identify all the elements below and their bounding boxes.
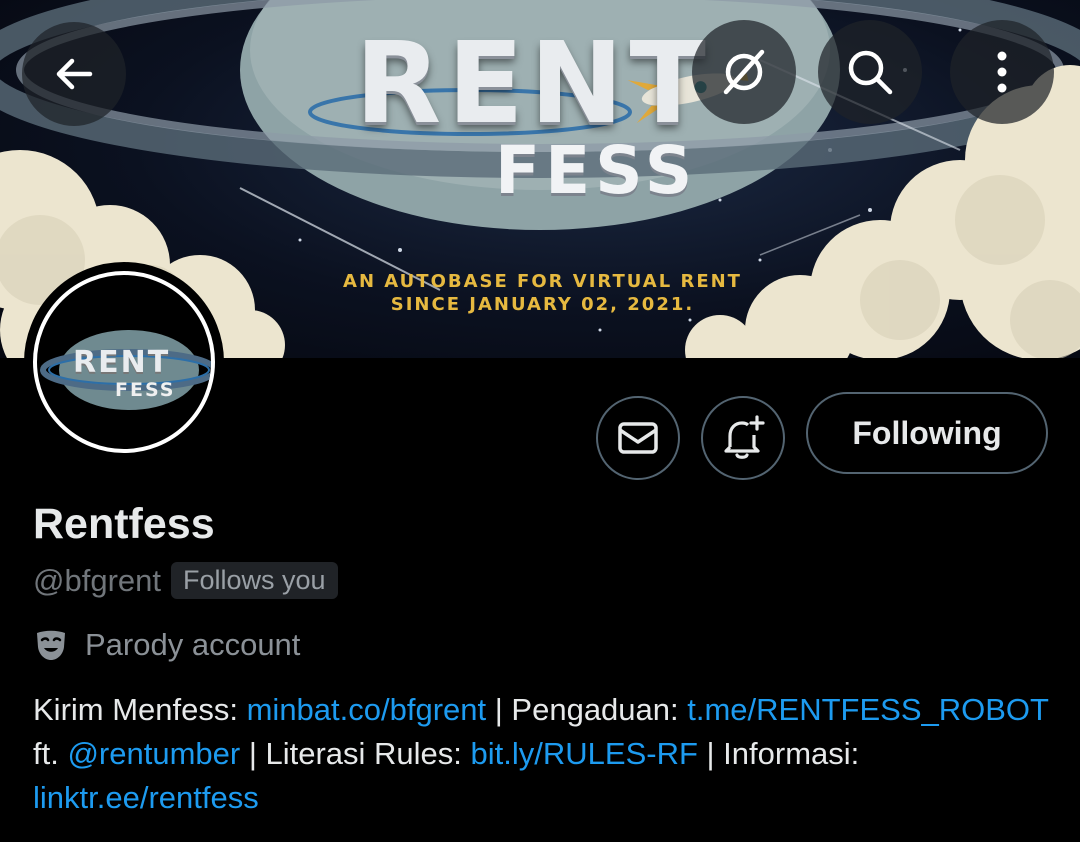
banner-title-fess: FESS bbox=[495, 132, 698, 209]
handle: @bfgrent bbox=[33, 562, 161, 598]
slash-circle-icon bbox=[723, 49, 765, 95]
follows-you-badge: Follows you bbox=[170, 562, 338, 599]
message-button[interactable] bbox=[596, 396, 680, 480]
search-icon bbox=[848, 50, 893, 95]
bio-text-3: ft. bbox=[33, 736, 68, 771]
bio-link-linktree[interactable]: linktr.ee/rentfess bbox=[33, 780, 259, 815]
profile-bio: Kirim Menfess: minbat.co/bfgrent | Penga… bbox=[33, 688, 1053, 820]
avatar[interactable]: RENT FESS bbox=[24, 262, 224, 462]
banner-tagline-line2: SINCE JANUARY 02, 2021. bbox=[390, 294, 695, 315]
parody-label: Parody account bbox=[85, 627, 301, 662]
display-name: Rentfess bbox=[33, 500, 215, 548]
avatar-text-rent: RENT bbox=[73, 345, 171, 380]
grok-button[interactable] bbox=[692, 20, 796, 124]
arrow-left-icon bbox=[56, 58, 93, 90]
search-button[interactable] bbox=[818, 20, 922, 124]
handle-row: @bfgrent Follows you bbox=[33, 562, 338, 599]
bio-link-minbat[interactable]: minbat.co/bfgrent bbox=[247, 692, 487, 727]
banner-tagline-line1: AN AUTOBASE FOR VIRTUAL RENT bbox=[343, 271, 742, 292]
bio-text-4: | Literasi Rules: bbox=[240, 736, 471, 771]
bio-link-telegram[interactable]: t.me/​RENTFESS_ROBOT bbox=[687, 692, 1048, 727]
bell-plus-icon bbox=[724, 415, 765, 459]
bio-text-2: | Pengaduan: bbox=[486, 692, 688, 727]
following-button[interactable]: Following bbox=[806, 392, 1048, 474]
bio-text-1: Kirim Menfess: bbox=[33, 692, 247, 727]
envelope-icon bbox=[618, 422, 658, 454]
more-vertical-icon bbox=[997, 51, 1007, 93]
banner-tagline: AN AUTOBASE FOR VIRTUAL RENT SINCE JANUA… bbox=[300, 270, 785, 316]
bio-text-5: | Informasi: bbox=[697, 736, 860, 771]
avatar-image: RENT FESS bbox=[33, 271, 215, 453]
parody-label-row[interactable]: Parody account bbox=[33, 627, 300, 663]
banner-title-rent: RENT bbox=[355, 19, 712, 149]
avatar-text-fess: FESS bbox=[115, 379, 176, 401]
theater-mask-icon bbox=[37, 630, 65, 660]
back-button[interactable] bbox=[22, 22, 126, 126]
bio-link-bitly[interactable]: bit.ly/​RULES-RF bbox=[471, 736, 698, 771]
notify-button[interactable] bbox=[701, 396, 785, 480]
bio-link-mention[interactable]: @rentumber bbox=[67, 736, 240, 771]
more-button[interactable] bbox=[950, 20, 1054, 124]
